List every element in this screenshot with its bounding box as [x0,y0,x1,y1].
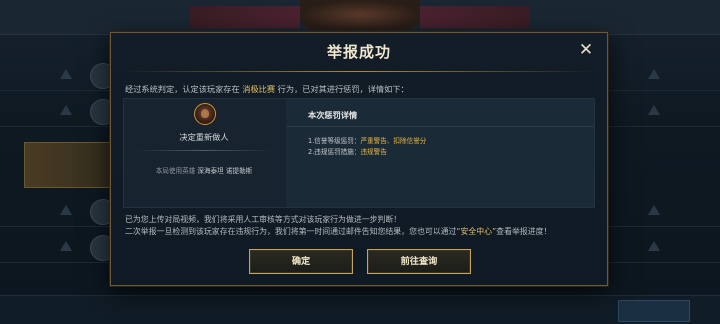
report-success-dialog: 举报成功 ✕ 经过系统判定，认定该玩家存在 消极比赛 行为，已对其进行惩罚，详情… [110,32,608,286]
background-button [618,300,690,322]
punishment-details: 本次惩罚详情 1.信誉等级惩罚：严重警告、扣除信誉分 2.违规惩罚措施：违规警告 [286,99,594,207]
background-team-banner-right [420,6,530,28]
details-divider [286,126,594,127]
verdict-text: 经过系统判定，认定该玩家存在 消极比赛 行为，已对其进行惩罚，详情如下： [125,83,595,95]
title-divider [123,71,595,72]
punishment-title: 决定重新做人 [179,132,229,142]
background-rank-icon [648,205,660,215]
punishment-panel: 决定重新做人 本局使用英雄 深海泰坦 诺提勒斯 本次惩罚详情 1.信誉等级惩罚：… [123,98,595,208]
notice-line-2-suffix: 查看举报进度！ [496,227,552,236]
hero-name: 深海泰坦 诺提勒斯 [197,167,253,175]
detail-line-value: 违规警告 [360,148,387,156]
background-topbar [0,0,720,35]
confirm-button[interactable]: 确定 [249,249,353,274]
background-rank-icon [60,105,72,115]
background-rank-icon [60,205,72,215]
summary-divider [136,150,272,151]
background-rank-icon [648,105,660,115]
security-center-link[interactable]: “安全中心” [456,227,496,236]
dialog-title: 举报成功 [326,43,391,61]
background-rank-icon [60,241,72,251]
notice-line-2: 二次举报一旦检测到该玩家存在违规行为，我们将第一时间通过邮件告知您结果，您也可以… [125,226,599,238]
hero-used-text: 本局使用英雄 深海泰坦 诺提勒斯 [124,165,284,175]
background-crest [300,0,420,30]
notice-text: 已为您上传对局视频，我们将采用人工审核等方式对该玩家行为做进一步判断！ 二次举报… [125,214,599,238]
detail-line-label: 2.违规惩罚措施： [308,148,361,156]
punishment-summary: 决定重新做人 本局使用英雄 深海泰坦 诺提勒斯 [124,99,284,207]
detail-line-credit: 1.信誉等级惩罚：严重警告、扣除信誉分 [308,135,426,145]
background-rank-icon [60,69,72,79]
background-rank-icon [648,241,660,251]
notice-line-2-prefix: 二次举报一旦检测到该玩家存在违规行为，我们将第一时间通过邮件告知您结果，您也可以… [125,227,457,236]
details-header: 本次惩罚详情 [308,110,358,120]
detail-line-violation: 2.违规惩罚措施：违规警告 [308,146,387,156]
verdict-behavior: 消极比赛 [242,84,276,94]
background-rank-icon [648,69,660,79]
background-bottom-bar [0,295,720,324]
verdict-suffix: 行为，已对其进行惩罚，详情如下： [277,84,409,94]
background-team-banner-left [190,6,300,28]
close-icon[interactable]: ✕ [577,41,595,59]
notice-line-1: 已为您上传对局视频，我们将采用人工审核等方式对该玩家行为做进一步判断！ [125,215,402,224]
hero-used-prefix: 本局使用英雄 [155,167,196,175]
detail-line-label: 1.信誉等级惩罚： [308,137,361,145]
hero-portrait-icon [194,103,216,125]
go-query-button[interactable]: 前往查询 [367,249,471,274]
detail-line-value: 严重警告、扣除信誉分 [360,137,427,145]
verdict-prefix: 经过系统判定，认定该玩家存在 [125,84,240,94]
